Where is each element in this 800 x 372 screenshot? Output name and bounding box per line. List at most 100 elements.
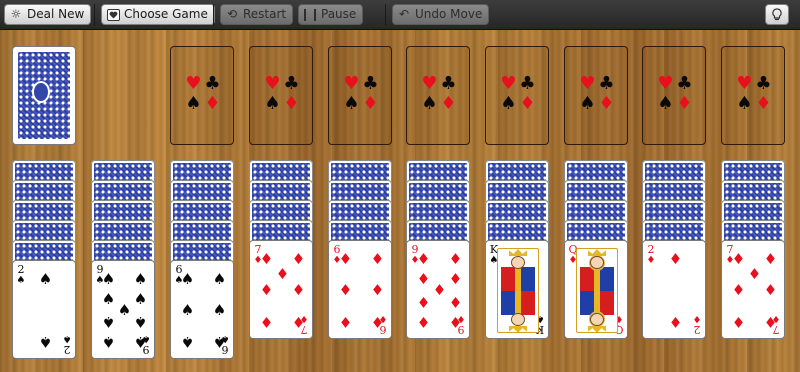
toolbar-divider <box>94 4 95 26</box>
pause-button[interactable]: ❙❙ Pause <box>298 4 364 25</box>
foundation-slot[interactable]: ♥ ♣ ♠ ♦ <box>170 46 234 145</box>
suit-icon: ♠ <box>264 93 281 114</box>
suit-pip-icon: ♠ <box>101 270 116 288</box>
suit-icon: ♦ <box>646 255 656 266</box>
portrait-half <box>498 291 538 333</box>
deal-new-button[interactable]: ☼ Deal New <box>4 4 92 25</box>
suit-pip-icon: ♦ <box>763 250 778 268</box>
face-up-card[interactable]: 6 ♠ 6 ♠ ♠ ♠ ♠ ♠ ♠ ♠ <box>170 260 234 359</box>
card-rank: 2 <box>693 323 701 336</box>
suit-pip-icon: ♦ <box>291 313 306 331</box>
foundation-suit-markers: ♥ ♣ ♠ ♦ <box>342 75 380 115</box>
face-up-card[interactable]: 6 ♦ 6 ♦ ♦ ♦ ♦ ♦ ♦ ♦ <box>328 240 392 339</box>
foundation-suit-markers: ♥ ♣ ♠ ♦ <box>184 75 222 115</box>
suit-pip-icon: ♠ <box>117 301 132 319</box>
suit-pip-icon: ♦ <box>731 250 746 268</box>
suit-pip-icon: ♦ <box>338 250 353 268</box>
suit-icon: ♥ <box>343 73 360 94</box>
face-up-card[interactable]: 7 ♦ 7 ♦ ♦ ♦ ♦ ♦ ♦ ♦ ♦ <box>249 240 313 339</box>
suit-pip-icon: ♠ <box>180 270 195 288</box>
foundation-slot[interactable]: ♥ ♣ ♠ ♦ <box>564 46 628 145</box>
suit-pip-icon: ♦ <box>747 265 762 283</box>
suit-icon: ♦ <box>692 313 702 324</box>
sun-icon: ☼ <box>10 7 22 21</box>
face-up-card[interactable]: 2 ♦ 2 ♦ ♦ ♦ <box>642 240 706 339</box>
suit-pip-icon: ♠ <box>180 333 195 351</box>
foundation-slot[interactable]: ♥ ♣ ♠ ♦ <box>249 46 313 145</box>
foundation-suit-markers: ♥ ♣ ♠ ♦ <box>578 75 616 115</box>
suit-pip-icon: ♦ <box>259 281 274 299</box>
pause-icon: ❙❙ <box>299 7 321 21</box>
foundation-slot[interactable]: ♥ ♣ ♠ ♦ <box>406 46 470 145</box>
suit-pip-icon: ♦ <box>416 250 431 268</box>
foundation-suit-markers: ♥ ♣ ♠ ♦ <box>735 75 773 115</box>
foundation-slot[interactable]: ♥ ♣ ♠ ♦ <box>642 46 706 145</box>
suit-pip-icon: ♦ <box>448 313 463 331</box>
suit-pip-icon: ♦ <box>370 313 385 331</box>
suit-icon: ♥ <box>579 73 596 94</box>
head <box>511 256 525 269</box>
suit-pip-icon: ♦ <box>338 313 353 331</box>
suit-icon: ♣ <box>362 73 379 94</box>
suit-pip-icon: ♦ <box>416 293 431 311</box>
crown-icon <box>509 326 527 333</box>
restart-icon: ⟲ <box>226 7 238 21</box>
suit-pip-icon: ♦ <box>448 293 463 311</box>
face-up-card[interactable]: Q ♦ Q ♦ <box>564 240 628 339</box>
portrait-half <box>577 291 617 333</box>
toolbar-divider <box>385 4 386 26</box>
face-up-card[interactable]: 7 ♦ 7 ♦ ♦ ♦ ♦ ♦ ♦ ♦ ♦ <box>721 240 785 339</box>
undo-move-button[interactable]: ↶ Undo Move <box>392 4 490 25</box>
suit-icon: ♦ <box>362 93 379 114</box>
head <box>511 313 525 326</box>
crown-icon <box>588 326 606 333</box>
choose-game-button[interactable]: Choose Game <box>101 4 215 25</box>
suit-pip-icon: ♠ <box>212 301 227 319</box>
robe-trim <box>515 291 521 315</box>
suit-pip-icon: ♠ <box>212 333 227 351</box>
suit-icon: ♠ <box>736 93 753 114</box>
portrait-half <box>577 249 617 291</box>
hint-button[interactable] <box>765 4 789 25</box>
suit-icon: ♦ <box>519 93 536 114</box>
face-up-card[interactable]: 9 ♦ 9 ♦ ♦ ♦ ♦ ♦ ♦ ♦ ♦ ♦ ♦ <box>406 240 470 339</box>
portrait-half <box>498 249 538 291</box>
crown-icon <box>509 249 527 256</box>
suit-pip-icon: ♠ <box>133 270 148 288</box>
face-up-card[interactable]: 2 ♠ 2 ♠ ♠ ♠ <box>12 260 76 359</box>
suit-pip-icon: ♦ <box>291 250 306 268</box>
suit-pip-icon: ♠ <box>38 270 53 288</box>
suit-icon: ♥ <box>657 73 674 94</box>
suit-pip-icon: ♠ <box>180 301 195 319</box>
suit-pip-icon: ♠ <box>133 290 148 308</box>
suit-icon: ♣ <box>676 73 693 94</box>
suit-pip-icon: ♦ <box>259 313 274 331</box>
foundation-suit-markers: ♥ ♣ ♠ ♦ <box>420 75 458 115</box>
suit-icon: ♠ <box>343 93 360 114</box>
suit-icon: ♠ <box>185 93 202 114</box>
stock-pile[interactable] <box>12 46 76 145</box>
card-corner-index: 2 ♠ <box>15 264 27 286</box>
suit-pip-icon: ♦ <box>259 250 274 268</box>
suit-icon: ♠ <box>657 93 674 114</box>
suit-icon: ♦ <box>598 93 615 114</box>
suit-icon: ♦ <box>204 93 221 114</box>
toolbar: ☼ Deal New Choose Game ⟲ Restart ❙❙ Paus… <box>0 0 800 30</box>
face-up-card[interactable]: 9 ♠ 9 ♠ ♠ ♠ ♠ ♠ ♠ ♠ ♠ ♠ ♠ <box>91 260 155 359</box>
queen-portrait <box>576 248 618 333</box>
suit-icon: ♦ <box>676 93 693 114</box>
card-rank: 2 <box>63 343 71 356</box>
crown-icon <box>588 249 606 256</box>
card-corner-index: 2 ♦ <box>691 313 703 336</box>
face-up-card[interactable]: K ♠ K ♠ <box>485 240 549 339</box>
suit-pip-icon: ♠ <box>133 313 148 331</box>
foundation-suit-markers: ♥ ♣ ♠ ♦ <box>263 75 301 115</box>
foundation-slot[interactable]: ♥ ♣ ♠ ♦ <box>485 46 549 145</box>
restart-button[interactable]: ⟲ Restart <box>220 4 294 25</box>
foundation-suit-markers: ♥ ♣ ♠ ♦ <box>656 75 694 115</box>
foundation-slot[interactable]: ♥ ♣ ♠ ♦ <box>328 46 392 145</box>
foundation-slot[interactable]: ♥ ♣ ♠ ♦ <box>721 46 785 145</box>
suit-pip-icon: ♦ <box>668 250 683 268</box>
king-portrait <box>497 248 539 333</box>
suit-pip-icon: ♠ <box>133 333 148 351</box>
